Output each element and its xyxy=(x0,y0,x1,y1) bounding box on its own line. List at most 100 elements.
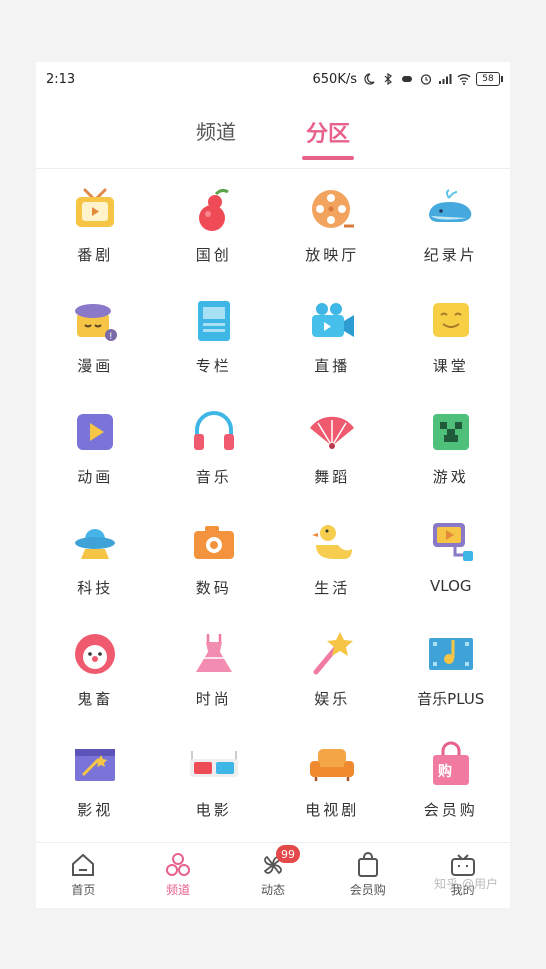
category-label: 课堂 xyxy=(432,357,469,375)
app-screen: 2:13 650K/s 58 频道 分区 番剧 国创 放映厅 纪录片 ! 漫画 … xyxy=(36,62,510,908)
duck-icon xyxy=(312,525,353,559)
nav-dynamic[interactable]: 99 动态 xyxy=(226,843,320,898)
category-label: 会员购 xyxy=(423,801,478,819)
status-bar: 2:13 650K/s 58 xyxy=(36,62,510,96)
category-game[interactable]: 游戏 xyxy=(392,400,511,511)
tab-channel[interactable]: 频道 xyxy=(196,112,236,145)
category-label: 舞蹈 xyxy=(314,468,351,486)
watermark: 知乎 @用户 xyxy=(434,877,498,891)
category-life[interactable]: 生活 xyxy=(273,511,392,622)
magic-wand-icon xyxy=(313,632,354,675)
category-label: 影视 xyxy=(77,801,114,819)
category-label: 番剧 xyxy=(77,246,114,264)
bag-icon xyxy=(357,852,378,877)
category-vlog[interactable]: VLOG xyxy=(392,511,511,622)
active-tab-indicator xyxy=(301,156,354,160)
nav-channel-label: 频道 xyxy=(166,883,191,897)
category-fashion[interactable]: 时尚 xyxy=(155,622,274,733)
category-label: 科技 xyxy=(77,579,114,597)
music-note-icon xyxy=(428,638,473,670)
category-column[interactable]: 专栏 xyxy=(155,289,274,400)
category-movie[interactable]: 电影 xyxy=(155,733,274,844)
bluetooth-icon xyxy=(384,73,392,85)
beret-comic-icon: ! xyxy=(75,304,118,342)
category-tv-series[interactable]: 电视剧 xyxy=(273,733,392,844)
nav-member-shop[interactable]: 会员购 xyxy=(321,843,415,898)
clapper-icon xyxy=(75,749,116,781)
category-label: 时尚 xyxy=(195,690,232,708)
home-icon xyxy=(72,853,95,876)
clown-icon xyxy=(75,634,116,674)
nav-home-label: 首页 xyxy=(71,883,96,897)
sofa-icon xyxy=(310,749,355,781)
svg-text:购: 购 xyxy=(438,763,452,780)
moon-icon xyxy=(364,73,375,85)
nav-home[interactable]: 首页 xyxy=(36,843,130,898)
category-dance[interactable]: 舞蹈 xyxy=(273,400,392,511)
top-tabs: 频道 分区 xyxy=(36,112,510,162)
category-label: 数码 xyxy=(195,579,232,597)
tabs-divider xyxy=(36,168,510,169)
film-reel-icon xyxy=(312,190,355,228)
category-label: 纪录片 xyxy=(423,246,478,264)
category-label: 漫画 xyxy=(77,357,114,375)
headphones-icon xyxy=(193,411,234,450)
category-cinema[interactable]: 放映厅 xyxy=(273,178,392,289)
category-guichu[interactable]: 鬼畜 xyxy=(36,622,155,733)
category-label: VLOG xyxy=(429,577,472,595)
category-guochuang[interactable]: 国创 xyxy=(155,178,274,289)
notification-badge: 99 xyxy=(275,845,300,863)
category-bangumi[interactable]: 番剧 xyxy=(36,178,155,289)
category-label: 游戏 xyxy=(432,468,469,486)
category-music-plus[interactable]: 音乐PLUS xyxy=(392,622,511,733)
category-label: 直播 xyxy=(314,357,351,375)
category-label: 国创 xyxy=(195,246,232,264)
status-time: 2:13 xyxy=(46,71,76,87)
status-speed: 650K/s xyxy=(312,71,358,87)
category-digital[interactable]: 数码 xyxy=(155,511,274,622)
battery-indicator: 58 xyxy=(476,72,503,86)
tab-partition[interactable]: 分区 xyxy=(301,112,354,160)
category-label: 电视剧 xyxy=(305,801,360,819)
nav-channel[interactable]: 频道 xyxy=(131,843,225,898)
signal-icon xyxy=(439,74,452,84)
category-entertainment[interactable]: 娱乐 xyxy=(273,622,392,733)
creeper-icon xyxy=(432,414,469,450)
category-label: 生活 xyxy=(314,579,351,597)
camera-icon xyxy=(193,526,234,559)
tv-icon xyxy=(76,188,115,227)
article-icon xyxy=(197,301,230,341)
category-label: 鬼畜 xyxy=(77,690,114,708)
dress-icon xyxy=(195,634,232,672)
vibrate-icon xyxy=(402,76,412,82)
category-music[interactable]: 音乐 xyxy=(155,400,274,511)
category-film-tv[interactable]: 影视 xyxy=(36,733,155,844)
alarm-icon xyxy=(420,74,432,85)
vlog-camera-icon xyxy=(432,523,473,561)
3d-glasses-icon xyxy=(189,751,238,777)
category-label: 动画 xyxy=(77,468,114,486)
video-camera-icon xyxy=(312,303,355,337)
category-animation[interactable]: 动画 xyxy=(36,400,155,511)
category-label: 放映厅 xyxy=(305,246,360,264)
category-label: 音乐 xyxy=(195,468,232,486)
category-documentary[interactable]: 纪录片 xyxy=(392,178,511,289)
gourd-icon xyxy=(198,188,229,231)
category-technology[interactable]: 科技 xyxy=(36,511,155,622)
channel-icon xyxy=(166,853,191,876)
svg-text:!: ! xyxy=(109,332,113,342)
smiley-board-icon xyxy=(432,303,469,337)
category-comic[interactable]: ! 漫画 xyxy=(36,289,155,400)
category-label: 专栏 xyxy=(195,357,232,375)
category-label: 音乐PLUS xyxy=(417,690,485,708)
category-live[interactable]: 直播 xyxy=(273,289,392,400)
status-icons: 650K/s 58 xyxy=(312,71,503,87)
bottom-navigation: 首页 频道 99 动态 会员购 我的 知乎 @用户 xyxy=(36,842,510,908)
category-grid: 番剧 国创 放映厅 纪录片 ! 漫画 专栏 直播 课堂 动画 音乐 舞蹈 游戏 … xyxy=(36,178,510,844)
shopping-bag-icon: 购 xyxy=(432,741,469,785)
category-member-shop[interactable]: 购 会员购 xyxy=(392,733,511,844)
category-classroom[interactable]: 课堂 xyxy=(392,289,511,400)
ufo-icon xyxy=(75,529,116,559)
category-label: 娱乐 xyxy=(314,690,351,708)
whale-icon xyxy=(428,189,472,222)
